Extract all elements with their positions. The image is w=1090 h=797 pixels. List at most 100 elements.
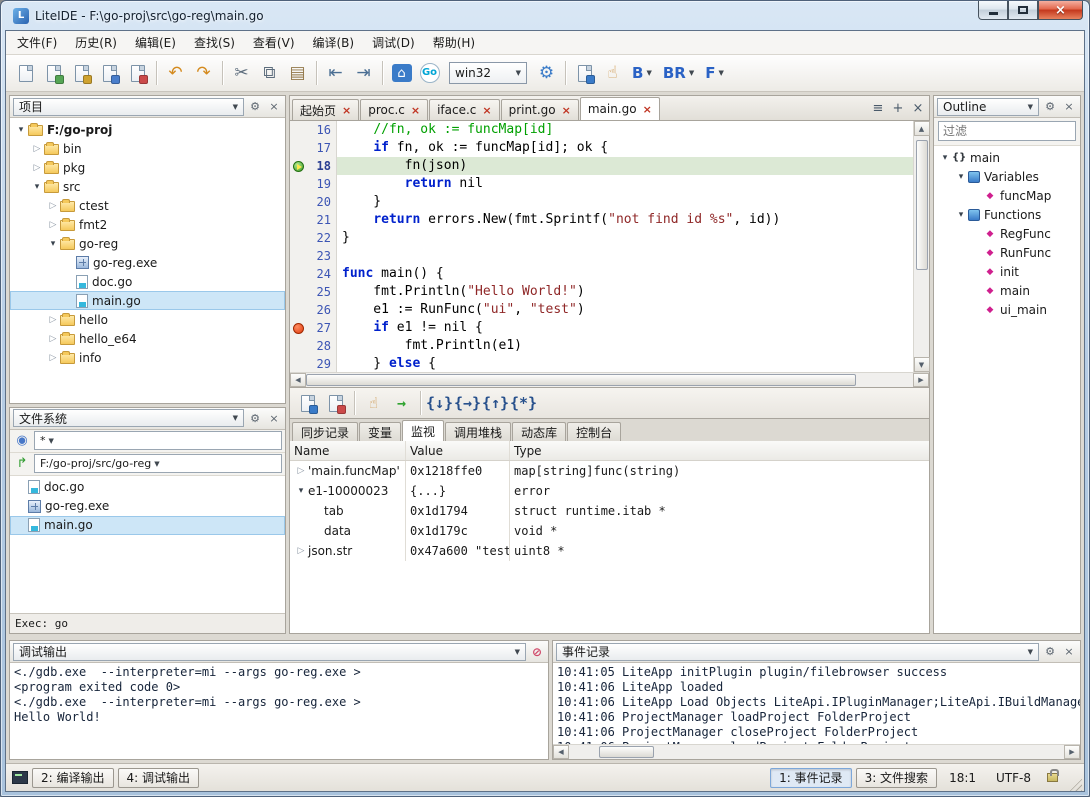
expand-icon[interactable]: ▷	[294, 546, 308, 556]
statusbar-button[interactable]: 4: 调试输出	[118, 768, 200, 788]
watch-row[interactable]: ▾e1-10000023{...}error	[290, 481, 929, 501]
project-tree-item[interactable]: ▷hello_e64	[10, 329, 285, 348]
collapse-icon[interactable]: ▾	[30, 182, 44, 192]
lock-icon[interactable]	[1047, 773, 1058, 782]
code-line[interactable]: 23	[290, 247, 913, 265]
line-number[interactable]: 29	[306, 355, 337, 372]
close-editor-icon[interactable]: ×	[909, 99, 927, 117]
code-line[interactable]: 20 }	[290, 193, 913, 211]
step-into-icon[interactable]: {↓}	[426, 390, 453, 417]
collapse-icon[interactable]: ▾	[46, 239, 60, 249]
build-run-menu-button[interactable]: BR▼	[658, 61, 699, 85]
resize-grip[interactable]	[1068, 777, 1082, 791]
project-tree-item[interactable]: ▾src	[10, 177, 285, 196]
code-line[interactable]: 19 return nil	[290, 175, 913, 193]
titlebar[interactable]: L LiteIDE - F:\go-proj\src\go-reg\main.g…	[5, 1, 1085, 30]
scrollbar-track[interactable]	[654, 745, 1064, 759]
line-number[interactable]: 25	[306, 283, 337, 301]
event-log-horizontal-scrollbar[interactable]: ◀ ▶	[553, 744, 1080, 759]
filesystem-item[interactable]: go-reg.exe	[10, 497, 285, 516]
editor-tab[interactable]: iface.c×	[429, 99, 500, 120]
step-out-icon[interactable]: {↑}	[482, 390, 509, 417]
menu-item[interactable]: 帮助(H)	[424, 31, 484, 54]
build-output-icon[interactable]	[571, 60, 598, 87]
watch-column-header[interactable]: Value	[406, 441, 510, 460]
show-current-line-icon[interactable]	[294, 390, 321, 417]
gear-icon[interactable]: ⚙	[247, 410, 263, 426]
minimize-button[interactable]	[978, 1, 1008, 20]
line-number[interactable]: 20	[306, 193, 337, 211]
project-panel-combo[interactable]: 项目 ▼	[13, 98, 244, 116]
line-number[interactable]: 27	[306, 319, 337, 337]
line-number[interactable]: 19	[306, 175, 337, 193]
watch-row[interactable]: tab0x1d1794struct runtime.itab *	[290, 501, 929, 521]
close-tab-icon[interactable]: ×	[482, 105, 491, 116]
menu-item[interactable]: 调试(D)	[363, 31, 424, 54]
watch-row[interactable]: ▷json.str0x47a600 "test"uint8 *	[290, 541, 929, 561]
collapse-icon[interactable]: ▾	[954, 172, 968, 182]
filesystem-panel-combo[interactable]: 文件系统 ▼	[13, 409, 244, 427]
scrollbar-thumb[interactable]	[306, 374, 856, 386]
project-tree-item[interactable]: main.go	[10, 291, 285, 310]
watch-row[interactable]: ▷'main.funcMap'0x1218ffe0map[string]func…	[290, 461, 929, 481]
event-log-combo[interactable]: 事件记录 ▼	[556, 643, 1039, 661]
project-tree-item[interactable]: doc.go	[10, 272, 285, 291]
scroll-left-icon[interactable]: ◀	[553, 745, 569, 759]
close-tab-icon[interactable]: ×	[562, 105, 571, 116]
expand-icon[interactable]: ▷	[30, 163, 44, 173]
collapse-icon[interactable]: ▾	[294, 486, 308, 496]
project-tree-item[interactable]: ▷fmt2	[10, 215, 285, 234]
sync-folder-icon[interactable]: ↱	[13, 456, 31, 471]
current-line-marker[interactable]	[290, 157, 306, 175]
close-button[interactable]: ×	[1038, 1, 1083, 20]
outline-item[interactable]: ▾Variables	[934, 167, 1080, 186]
code-line[interactable]: 17 if fn, ok := funcMap[id]; ok {	[290, 139, 913, 157]
editor-tab[interactable]: print.go×	[501, 99, 579, 120]
debug-tab[interactable]: 监视	[402, 420, 444, 441]
open-folder-icon[interactable]	[68, 60, 95, 87]
cut-icon[interactable]: ✂	[228, 60, 255, 87]
menu-item[interactable]: 编辑(E)	[126, 31, 185, 54]
expand-icon[interactable]: ▷	[294, 466, 308, 476]
collapse-icon[interactable]: ▾	[938, 153, 952, 163]
outline-item[interactable]: ◆RunFunc	[934, 243, 1080, 262]
expand-icon[interactable]: ▷	[46, 353, 60, 363]
debug-tab[interactable]: 动态库	[512, 422, 566, 441]
close-panel-icon[interactable]: ×	[266, 99, 282, 115]
suspend-hand-icon[interactable]: ☝	[360, 390, 387, 417]
scroll-right-icon[interactable]: ▶	[913, 373, 929, 387]
scroll-up-icon[interactable]: ▲	[914, 121, 930, 136]
indent-icon[interactable]: ⇥	[350, 60, 377, 87]
statusbar-button[interactable]: 3: 文件搜索	[856, 768, 938, 788]
close-panel-icon[interactable]: ×	[266, 410, 282, 426]
breakpoint-marker[interactable]	[290, 319, 306, 337]
filesystem-item[interactable]: main.go	[10, 516, 285, 535]
maximize-button[interactable]	[1008, 1, 1038, 20]
menu-item[interactable]: 查找(S)	[185, 31, 244, 54]
project-tree-item[interactable]: ▾F:/go-proj	[10, 120, 285, 139]
scrollbar-track[interactable]	[856, 373, 913, 387]
unindent-icon[interactable]: ⇤	[322, 60, 349, 87]
scrollbar-thumb[interactable]	[599, 746, 654, 758]
filesystem-path-combo[interactable]: F:/go-proj/src/go-reg ▼	[34, 454, 282, 473]
watch-column-header[interactable]: Type	[510, 441, 929, 460]
new-file-icon[interactable]	[12, 60, 39, 87]
line-number[interactable]: 21	[306, 211, 337, 229]
expand-icon[interactable]: ▷	[46, 315, 60, 325]
project-tree-item[interactable]: go-reg.exe	[10, 253, 285, 272]
go-logo-icon[interactable]: Go	[416, 60, 443, 87]
code-line[interactable]: 25 fmt.Println("Hello World!")	[290, 283, 913, 301]
file-menu-button[interactable]: F▼	[700, 61, 729, 85]
gear-icon[interactable]: ⚙	[247, 99, 263, 115]
code-line[interactable]: 16 //fn, ok := funcMap[id]	[290, 121, 913, 139]
debug-output-combo[interactable]: 调试输出 ▼	[13, 643, 526, 661]
close-tab-icon[interactable]: ×	[643, 104, 652, 115]
debug-tab[interactable]: 控制台	[567, 422, 621, 441]
paste-icon[interactable]: ▤	[284, 60, 311, 87]
line-number[interactable]: 16	[306, 121, 337, 139]
debug-tab[interactable]: 变量	[359, 422, 401, 441]
close-tab-icon[interactable]: ×	[411, 105, 420, 116]
code-line[interactable]: 18 fn(json)	[290, 157, 913, 175]
scroll-down-icon[interactable]: ▼	[914, 357, 930, 372]
run-to-line-icon[interactable]: {*}	[510, 390, 537, 417]
